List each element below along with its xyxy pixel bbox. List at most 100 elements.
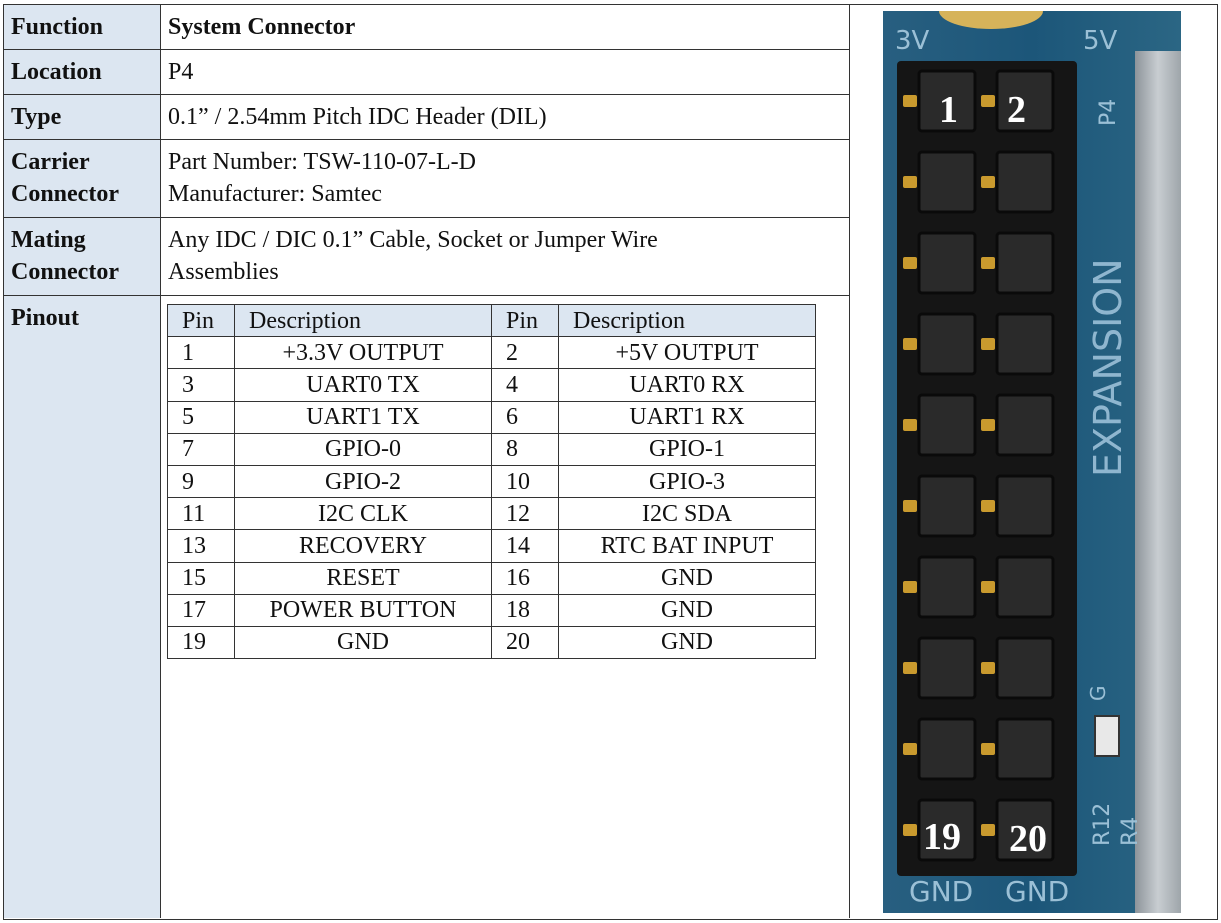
pinout-label: Pinout — [4, 296, 161, 918]
pin-number: 12 — [491, 497, 559, 531]
pin-description: GND — [558, 625, 816, 660]
pinout-row-8: 15 RESET 16 GND — [167, 561, 816, 595]
pin-socket — [995, 474, 1055, 538]
pin-socket — [995, 636, 1055, 700]
pin-socket — [995, 150, 1055, 214]
pin-2-label: 2 — [1007, 89, 1026, 131]
silk-expansion: EXPANSION — [1086, 258, 1130, 477]
gold-pin — [903, 581, 917, 593]
pinout-table: Pin Description Pin Description 1 +3.3V O… — [167, 303, 816, 660]
pinout-row-5: 9 GPIO-2 10 GPIO-3 — [167, 464, 816, 499]
gold-pin — [981, 176, 995, 188]
function-value: System Connector — [161, 5, 850, 49]
carrier-label-line1: Carrier — [11, 149, 90, 175]
gold-pin — [981, 824, 995, 836]
pin-description: I2C SDA — [558, 497, 816, 531]
pin-number: 9 — [167, 464, 235, 499]
pin-description: RECOVERY — [234, 529, 492, 563]
pin-socket — [917, 636, 977, 700]
gold-pin — [903, 257, 917, 269]
connector-spec-table: Function System Connector Location P4 Ty… — [3, 4, 1218, 920]
gold-pin — [981, 743, 995, 755]
pin-number: 7 — [167, 432, 235, 466]
gold-pin — [981, 338, 995, 350]
connector-photo: 3V 5V P4 EXPANSION R12 R4 G 1 2 19 20 GN… — [883, 11, 1181, 913]
pin-number: 18 — [491, 593, 559, 627]
pin-description: UART0 RX — [558, 368, 816, 402]
pin-description: GND — [558, 593, 816, 627]
function-label: Function — [4, 5, 161, 49]
gold-pin — [981, 662, 995, 674]
silk-gnd-right: GND — [1005, 875, 1069, 908]
gold-pin — [903, 176, 917, 188]
description-header: Description — [234, 303, 492, 338]
pin-20-label: 20 — [1009, 818, 1047, 860]
pin-socket — [995, 393, 1055, 457]
pinout-row-1: 1 +3.3V OUTPUT 2 +5V OUTPUT — [167, 336, 816, 370]
pin-socket — [995, 231, 1055, 295]
pin-number: 16 — [491, 561, 559, 595]
pin-socket — [917, 474, 977, 538]
pin-number: 11 — [167, 497, 235, 531]
pin-number: 6 — [491, 400, 559, 434]
type-row: Type 0.1” / 2.54mm Pitch IDC Header (DIL… — [4, 95, 850, 140]
mating-label-line1: Mating — [11, 227, 86, 253]
type-value: 0.1” / 2.54mm Pitch IDC Header (DIL) — [161, 95, 850, 139]
pinout-row: Pinout Pin Description Pin Description 1… — [4, 296, 850, 918]
gold-pin — [981, 95, 995, 107]
pin-socket — [995, 717, 1055, 781]
pin-description: +3.3V OUTPUT — [234, 336, 492, 370]
pin-1-label: 1 — [939, 89, 958, 131]
carrier-manufacturer: Manufacturer: Samtec — [168, 181, 382, 207]
pin-description: GPIO-3 — [558, 464, 816, 499]
silk-3v: 3V — [895, 26, 930, 56]
mating-label-line2: Connector — [11, 259, 119, 285]
pinout-row-6: 11 I2C CLK 12 I2C SDA — [167, 497, 816, 531]
gold-pin — [981, 581, 995, 593]
carrier-label: Carrier Connector — [4, 140, 161, 217]
pinout-row-9: 17 POWER BUTTON 18 GND — [167, 593, 816, 627]
pin-number: 3 — [167, 368, 235, 402]
silk-g: G — [1086, 686, 1110, 702]
pin-number: 19 — [167, 625, 235, 660]
pin-number: 2 — [491, 336, 559, 370]
gold-pin — [981, 500, 995, 512]
silk-r4: R4 — [1118, 817, 1143, 846]
pin-description: UART1 TX — [234, 400, 492, 434]
pin-socket — [917, 231, 977, 295]
mating-value-line2: Assemblies — [168, 259, 279, 285]
carrier-part-number: Part Number: TSW-110-07-L-D — [168, 149, 476, 175]
pinout-value: Pin Description Pin Description 1 +3.3V O… — [161, 296, 850, 918]
pinout-row-2: 3 UART0 TX 4 UART0 RX — [167, 368, 816, 402]
pin-description: GPIO-0 — [234, 432, 492, 466]
pin-number: 13 — [167, 529, 235, 563]
gold-pin — [903, 500, 917, 512]
pin-socket — [995, 312, 1055, 376]
gold-pin — [981, 419, 995, 431]
pinout-row-4: 7 GPIO-0 8 GPIO-1 — [167, 432, 816, 466]
pin-description: GND — [558, 561, 816, 595]
pin-description: UART0 TX — [234, 368, 492, 402]
pin-number: 4 — [491, 368, 559, 402]
pin-description: +5V OUTPUT — [558, 336, 816, 370]
pin-19-label: 19 — [923, 816, 961, 858]
silk-5v: 5V — [1083, 26, 1118, 56]
pin-description: GND — [234, 625, 492, 660]
gold-pin — [903, 338, 917, 350]
pin-header: Pin — [167, 303, 235, 338]
pin-header: Pin — [491, 303, 559, 338]
function-row: Function System Connector — [4, 5, 850, 50]
description-header: Description — [558, 303, 816, 338]
gold-pin — [903, 662, 917, 674]
pin-description: I2C CLK — [234, 497, 492, 531]
pin-number: 14 — [491, 529, 559, 563]
pin-number: 17 — [167, 593, 235, 627]
carrier-label-line2: Connector — [11, 181, 119, 207]
pin-socket — [917, 312, 977, 376]
pinout-header-row: Pin Description Pin Description — [167, 303, 816, 338]
location-value: P4 — [161, 50, 850, 94]
pin-description: GPIO-2 — [234, 464, 492, 499]
pin-number: 10 — [491, 464, 559, 499]
silk-p4: P4 — [1096, 99, 1121, 126]
type-label: Type — [4, 95, 161, 139]
